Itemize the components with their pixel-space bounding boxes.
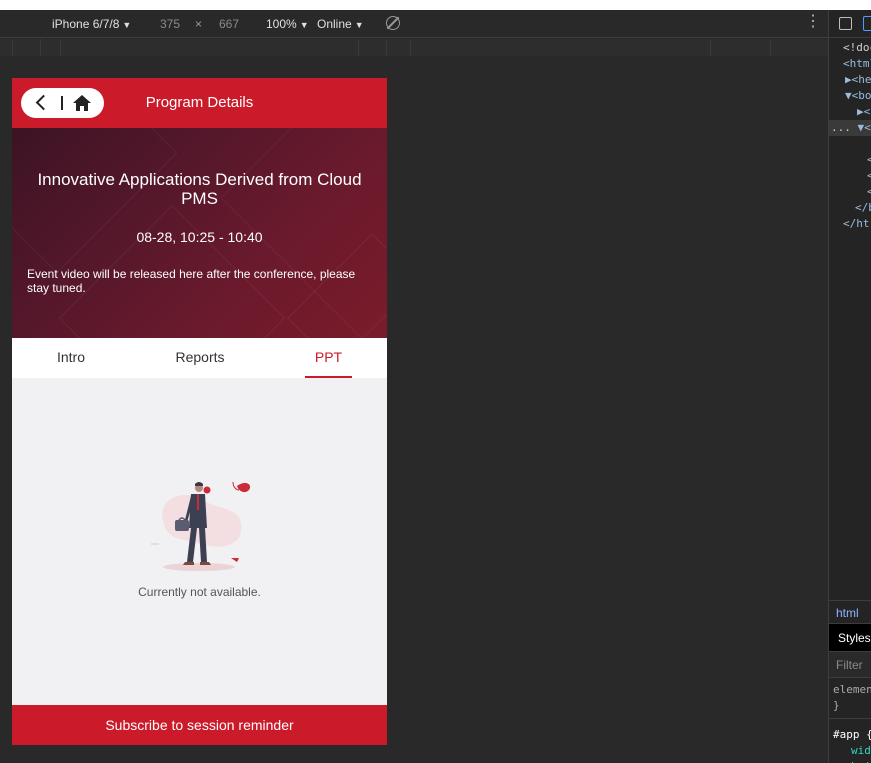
zoom-value: 100% [266, 17, 297, 31]
tab-reports[interactable]: Reports [167, 338, 233, 378]
app-style-rule: #app { wid hei [829, 718, 871, 763]
dom-tree: <!doc <html ▶<he ▼<bo ▶< ... ▼< < < < </… [829, 38, 871, 232]
height-input[interactable]: 667 [219, 17, 239, 31]
dom-node[interactable] [829, 136, 871, 152]
device-toggle-icon[interactable] [863, 16, 871, 31]
program-title: Innovative Applications Derived from Clo… [37, 170, 362, 208]
subscribe-reminder-button[interactable]: Subscribe to session reminder [12, 705, 387, 745]
caret-down-icon: ▼ [354, 20, 364, 30]
capsule-divider [61, 96, 63, 110]
dom-selected-tag: ▼< [857, 121, 871, 134]
back-icon[interactable] [29, 92, 53, 114]
style-prop[interactable]: wid [833, 743, 871, 759]
style-prop[interactable]: hei [833, 759, 871, 763]
program-note: Event video will be released here after … [27, 267, 356, 295]
phone-viewport: Program Details Innovative Applications … [12, 78, 387, 745]
times-sign: × [195, 17, 203, 31]
devtools-tabs [829, 10, 871, 38]
zoom-select[interactable]: 100% ▼ [266, 17, 309, 31]
app-selector: #app { [833, 728, 871, 741]
program-banner: Innovative Applications Derived from Clo… [12, 128, 387, 338]
device-name: iPhone 6/7/8 [52, 17, 120, 31]
inspect-icon[interactable] [839, 17, 852, 30]
device-toolbar: iPhone 6/7/8 ▼ 375 × 667 100% ▼ Online ▼ ⋮ [0, 10, 828, 38]
network-value: Online [317, 17, 352, 31]
tab-bar: Intro Reports PPT [12, 338, 387, 378]
breadcrumb-html[interactable]: html [829, 600, 871, 624]
browser-top-strip [0, 0, 871, 10]
styles-filter-input[interactable]: Filter [829, 652, 871, 678]
dom-selected-marker: ... [831, 121, 851, 134]
width-input[interactable]: 375 [160, 17, 180, 31]
nav-capsule [21, 88, 104, 118]
dom-node[interactable]: <!doc [829, 40, 871, 56]
devtools-styles-pane: html Styles Filter elemen } #app { wid h… [829, 600, 871, 763]
tab-intro[interactable]: Intro [41, 338, 101, 378]
caret-down-icon: ▼ [299, 20, 309, 30]
empty-state: Currently not available. [12, 378, 387, 705]
dom-node[interactable]: ▶<he [829, 72, 871, 88]
caret-down-icon: ▼ [122, 20, 132, 30]
dom-node[interactable]: </ht [829, 216, 871, 232]
element-style-rule: elemen } [829, 678, 871, 714]
element-style-selector: elemen [833, 683, 871, 696]
network-select[interactable]: Online ▼ [317, 17, 364, 31]
empty-illustration [151, 481, 251, 571]
home-icon[interactable] [71, 93, 93, 113]
dom-node[interactable]: ▶< [829, 104, 871, 120]
dom-node[interactable]: ▼<bo [829, 88, 871, 104]
empty-state-text: Currently not available. [138, 585, 261, 599]
app-header: Program Details [12, 78, 387, 128]
rotate-icon[interactable] [386, 16, 400, 30]
tab-ppt[interactable]: PPT [305, 338, 352, 378]
dom-node-selected[interactable]: ... ▼< [829, 120, 871, 136]
more-icon[interactable]: ⋮ [805, 14, 821, 30]
dom-node[interactable]: <html [829, 56, 871, 72]
dom-node[interactable]: < [829, 184, 871, 200]
devtools-panel: <!doc <html ▶<he ▼<bo ▶< ... ▼< < < < </… [828, 10, 871, 763]
media-query-ruler [0, 39, 828, 56]
dom-node[interactable]: </b [829, 200, 871, 216]
styles-tab[interactable]: Styles [829, 624, 871, 652]
program-time: 08-28, 10:25 - 10:40 [136, 229, 263, 245]
element-style-close: } [833, 699, 840, 712]
dom-node[interactable]: < [829, 152, 871, 168]
device-select[interactable]: iPhone 6/7/8 ▼ [52, 17, 131, 31]
dom-node[interactable]: < [829, 168, 871, 184]
